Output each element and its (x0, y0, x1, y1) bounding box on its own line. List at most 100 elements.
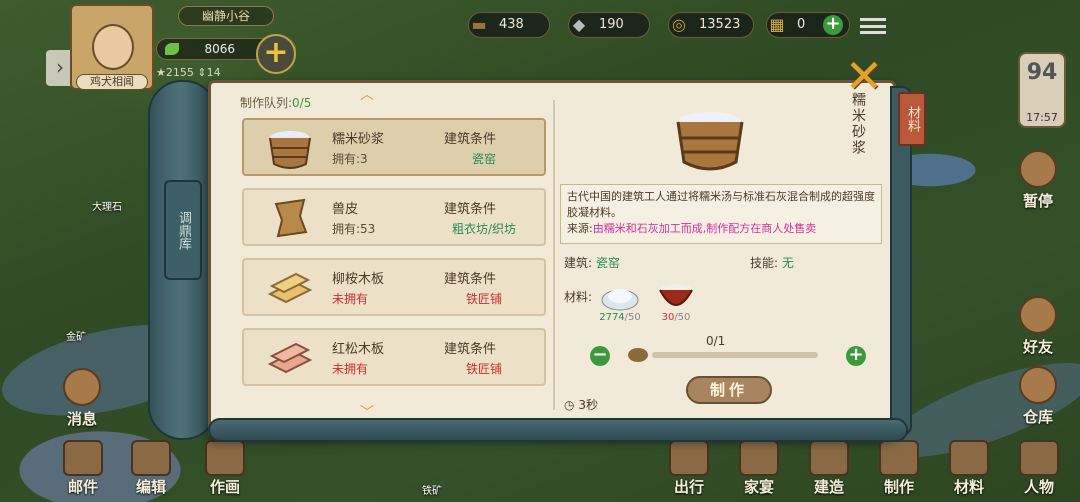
warehouse-label: 仓库 (1022, 408, 1053, 426)
building-label: 建筑: (564, 256, 593, 270)
nav-edit[interactable]: 编辑 (116, 440, 186, 497)
nav-mail[interactable]: 邮件 (48, 440, 118, 497)
nav-label: 邮件 (67, 478, 98, 496)
friends-icon (1019, 296, 1057, 334)
building-requirement: 建筑: 瓷窑 (564, 254, 620, 271)
scroll-down-icon[interactable]: ﹀ (360, 402, 374, 422)
item-cond-value: 粗衣坊/织坊 (451, 222, 517, 236)
mail-icon (63, 440, 103, 476)
material-need: /50 (674, 312, 691, 323)
craft-queue: 制作队列:0/5 (240, 94, 311, 111)
nav-build[interactable]: 建造 (794, 440, 864, 497)
nav-label: 家宴 (743, 478, 774, 496)
nav-label: 出行 (673, 478, 704, 496)
stat-star-value: 2155 (165, 66, 194, 79)
scroll-up-icon[interactable]: ︿ (360, 84, 374, 104)
nav-craft[interactable]: 制作 (864, 440, 934, 497)
item-cond-label: 建筑条件 (444, 132, 497, 147)
tab-materials[interactable]: 材料 (898, 92, 926, 146)
nav-characters[interactable]: 人物 (1004, 440, 1074, 497)
nav-paint[interactable]: 作画 (190, 440, 260, 497)
nav-materials[interactable]: 材料 (934, 440, 1004, 497)
description-text: 古代中国的建筑工人通过将糯米汤与标准石灰混合制成的超强度胶凝材料。 (567, 190, 875, 219)
item-cond-value: 铁匠铺 (465, 292, 502, 306)
close-icon[interactable]: ✕ (838, 53, 890, 99)
material-rice[interactable]: 30/50 (650, 280, 702, 323)
item-cond-value: 铁匠铺 (465, 362, 502, 376)
item-name: 红松木板 (332, 342, 385, 357)
scroll-roll-label: 调鼎库 (164, 180, 202, 280)
skill-label: 技能: (750, 256, 779, 270)
item-cond-label: 建筑条件 (444, 272, 497, 287)
nav-label: 作画 (209, 478, 240, 496)
item-cond-label: 建筑条件 (444, 202, 497, 217)
ticket-value: 0 (797, 17, 806, 32)
craft-icon (879, 440, 919, 476)
rice-bowl-icon (659, 284, 693, 306)
material-have: 2774 (599, 312, 625, 323)
messages-label: 消息 (66, 410, 97, 428)
clock-time: 17:57 (1026, 111, 1058, 124)
warehouse-button[interactable]: 仓库 (1008, 366, 1068, 427)
decrease-button[interactable]: − (590, 346, 610, 366)
pause-label: 暂停 (1022, 192, 1053, 210)
paint-icon (205, 440, 245, 476)
friends-button[interactable]: 好友 (1008, 296, 1068, 357)
list-item-pine-plank[interactable]: 红松木板 未拥有 建筑条件 铁匠铺 (242, 328, 546, 386)
materials-label: 材料: (564, 290, 593, 304)
increase-button[interactable]: + (846, 346, 866, 366)
skill-requirement: 技能: 无 (750, 254, 794, 271)
craft-button[interactable]: 制作 (686, 376, 772, 404)
item-name: 兽皮 (332, 202, 359, 217)
nav-label: 建造 (813, 478, 844, 496)
add-ticket-button[interactable]: + (823, 15, 843, 35)
player-info[interactable]: 鸡犬相闻 幽静小谷 8066 + ★2155 ⇕14 (70, 4, 310, 90)
resource-ticket[interactable]: ▦ 0 + (766, 12, 850, 38)
messages-button[interactable]: 消息 (52, 368, 112, 429)
menu-icon[interactable] (860, 18, 886, 34)
resource-coin[interactable]: ◎ 13523 (668, 12, 754, 38)
item-name: 柳桉木板 (332, 272, 385, 287)
material-have: 30 (661, 312, 675, 323)
nav-banquet[interactable]: 家宴 (724, 440, 794, 497)
wood-value: 438 (499, 17, 524, 32)
map-label-marble[interactable]: 大理石 (92, 198, 122, 213)
bucket-icon (676, 112, 744, 171)
nav-label: 制作 (883, 478, 914, 496)
source-label: 来源: (567, 222, 593, 235)
item-cond-label: 建筑条件 (444, 342, 497, 357)
item-owned: 未拥有 (332, 362, 369, 376)
scroll-bottom-roll (208, 418, 908, 442)
map-label-iron-mine[interactable]: 铁矿 (422, 482, 442, 497)
edit-icon (131, 440, 171, 476)
gold-value: 8066 (204, 42, 235, 56)
friends-label: 好友 (1022, 338, 1053, 356)
copper-coin-icon: ◎ (672, 15, 686, 34)
resource-wood[interactable]: ▬ 438 (468, 12, 550, 38)
queue-label: 制作队列: (240, 96, 293, 110)
banquet-icon (739, 440, 779, 476)
build-icon (809, 440, 849, 476)
pause-button[interactable]: 暂停 (1008, 150, 1068, 211)
detail-description: 古代中国的建筑工人通过将糯米汤与标准石灰混合制成的超强度胶凝材料。 来源:由糯米… (560, 184, 882, 244)
source-value: 由糯米和石灰加工而成,制作配方在商人处售卖 (592, 222, 817, 235)
stat-level-value: 14 (206, 66, 221, 79)
list-item-hide[interactable]: 兽皮 拥有:53 建筑条件 粗衣坊/织坊 (242, 188, 546, 246)
quantity-slider[interactable] (652, 352, 818, 358)
nav-label: 人物 (1023, 478, 1054, 496)
list-item-glutinous-mortar[interactable]: 糯米砂浆 拥有:3 建筑条件 瓷窑 (242, 118, 546, 176)
map-label-gold-mine[interactable]: 金矿 (66, 328, 86, 343)
coin-stack-icon (628, 348, 648, 362)
item-owned: 拥有:53 (332, 222, 376, 236)
material-lime[interactable]: 2774/50 (594, 280, 646, 323)
nav-travel[interactable]: 出行 (654, 440, 724, 497)
stone-icon: ◆ (572, 15, 586, 34)
add-gold-button[interactable]: + (256, 34, 296, 74)
player-stats: ★2155 ⇕14 (156, 66, 221, 79)
item-name: 糯米砂浆 (332, 132, 385, 147)
leaf-icon (165, 43, 179, 55)
resource-stone[interactable]: ◆ 190 (568, 12, 650, 38)
skill-value: 无 (781, 256, 794, 270)
ticket-icon: ▦ (769, 15, 785, 34)
list-item-willow-plank[interactable]: 柳桉木板 未拥有 建筑条件 铁匠铺 (242, 258, 546, 316)
